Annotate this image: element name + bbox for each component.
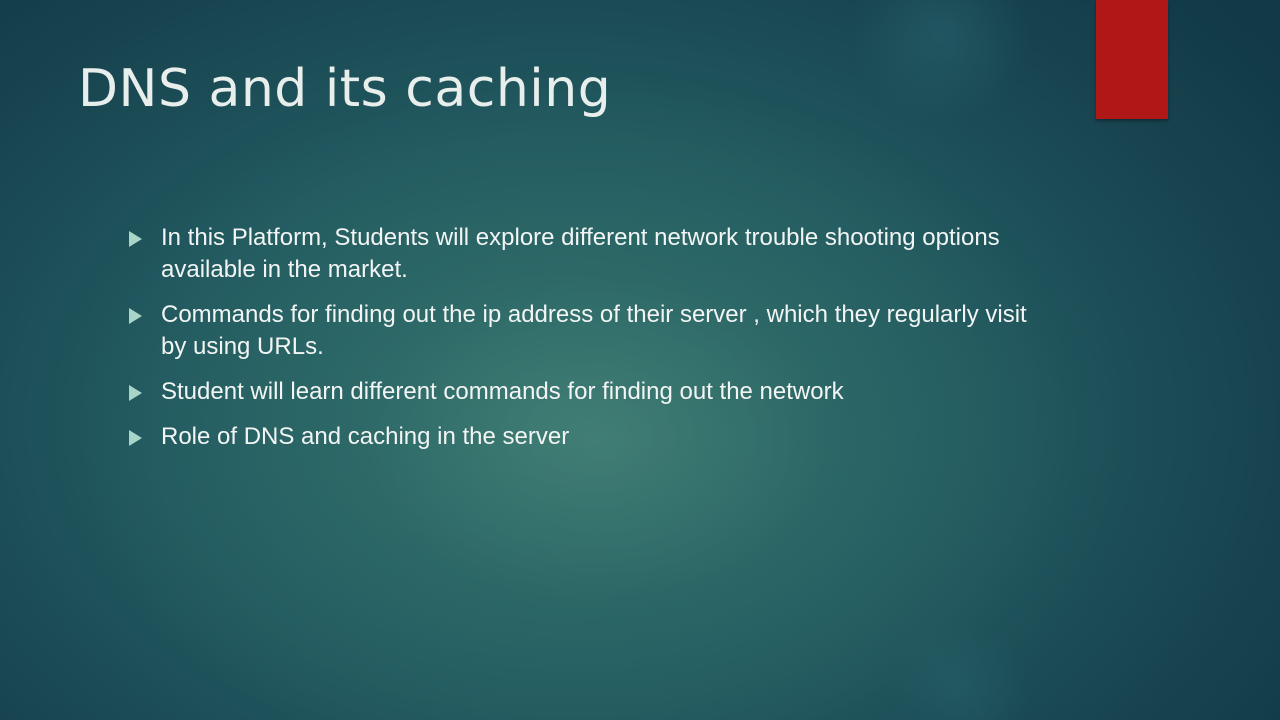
triangle-arrow-icon <box>129 430 142 446</box>
bullet-text: Commands for finding out the ip address … <box>161 301 1027 360</box>
slide: DNS and its caching In this Platform, St… <box>0 0 1280 720</box>
bullet-text: Student will learn different commands fo… <box>161 378 844 405</box>
red-accent-bar <box>1096 0 1168 119</box>
triangle-arrow-icon <box>129 231 142 247</box>
bullet-item: Student will learn different commands fo… <box>126 376 1046 408</box>
bullet-list: In this Platform, Students will explore … <box>126 222 1046 466</box>
bullet-item: Commands for finding out the ip address … <box>126 299 1046 363</box>
triangle-arrow-icon <box>129 385 142 401</box>
slide-title: DNS and its caching <box>78 59 612 119</box>
bullet-text: In this Platform, Students will explore … <box>161 224 1000 283</box>
triangle-arrow-icon <box>129 308 142 324</box>
bullet-item: Role of DNS and caching in the server <box>126 421 1046 453</box>
bullet-text: Role of DNS and caching in the server <box>161 423 570 450</box>
bullet-item: In this Platform, Students will explore … <box>126 222 1046 286</box>
